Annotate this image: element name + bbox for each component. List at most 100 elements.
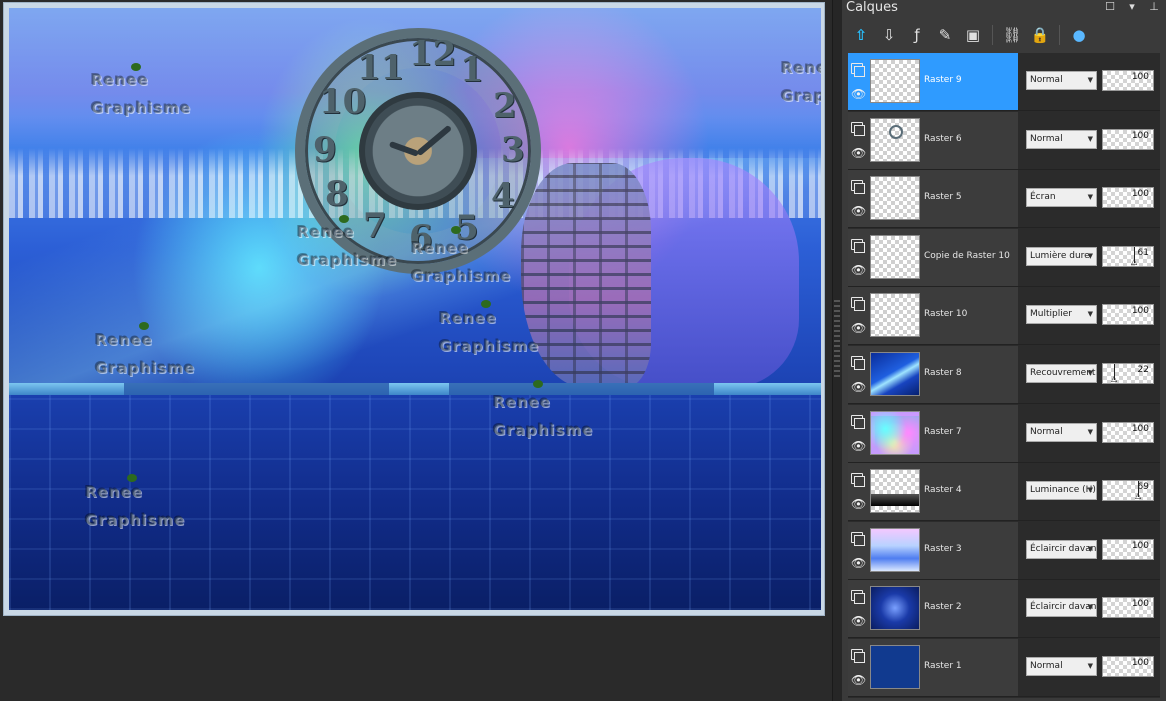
opacity-slider[interactable]: 100 xyxy=(1102,304,1154,326)
image-canvas[interactable]: 12 1 2 3 4 5 6 7 8 9 10 11 Renee Graphis… xyxy=(9,8,821,610)
slider-marker-icon[interactable]: △ xyxy=(1135,492,1143,500)
visibility-eye-icon[interactable]: 👁 xyxy=(851,498,866,510)
layer-thumbnail[interactable] xyxy=(870,234,920,279)
chevron-down-icon[interactable]: ▼ xyxy=(1088,541,1093,558)
opacity-slider[interactable]: 100 xyxy=(1102,656,1154,677)
layer-item[interactable]: 👁 Raster 7 xyxy=(848,404,1018,462)
pin-icon[interactable]: ⊥ xyxy=(1148,1,1160,13)
layer-group-icon[interactable] xyxy=(851,121,865,136)
blend-mode-select[interactable]: Normal ▼ xyxy=(1026,129,1097,149)
opacity-slider[interactable]: 69 △ xyxy=(1102,480,1154,502)
slider-marker-icon[interactable]: △ xyxy=(1131,257,1139,266)
layer-group-icon[interactable] xyxy=(851,297,865,312)
blend-mode-select[interactable]: Lumière dure ▼ xyxy=(1026,246,1097,266)
layer-group-icon[interactable] xyxy=(851,473,865,488)
opacity-slider[interactable]: 100 xyxy=(1102,538,1154,560)
chevron-down-icon[interactable]: ▼ xyxy=(1088,72,1093,89)
layer-group-icon[interactable] xyxy=(851,356,865,370)
layer-item[interactable]: 👁 Raster 10 xyxy=(848,287,1018,345)
chevron-down-icon[interactable]: ▼ xyxy=(1088,424,1093,441)
canvas-workspace[interactable]: 12 1 2 3 4 5 6 7 8 9 10 11 Renee Graphis… xyxy=(0,0,832,701)
merge-down-icon[interactable]: ⇩ xyxy=(878,24,900,46)
layer-group-icon[interactable] xyxy=(851,590,865,605)
layer-row[interactable]: 👁 Raster 8 Recouvrement ▼ 22 △ xyxy=(848,346,1160,404)
blend-mode-select[interactable]: Éclaircir davantage▼ xyxy=(1026,598,1097,618)
chevron-down-icon[interactable]: ▼ xyxy=(1088,658,1093,675)
opacity-slider[interactable]: 100 xyxy=(1102,128,1154,150)
layer-row[interactable]: 👁 Copie de Raster 10 Lumière dure ▼ 61 △ xyxy=(848,228,1160,287)
opacity-slider[interactable]: 61 △ xyxy=(1102,245,1154,267)
link-icon[interactable]: ⛓ xyxy=(1001,24,1023,46)
layer-item[interactable]: 👁 Copie de Raster 10 xyxy=(848,228,1018,286)
chevron-down-icon[interactable]: ▼ xyxy=(1088,306,1093,323)
layer-row[interactable]: 👁 Raster 4 Luminance (H) ▼ 69 △ xyxy=(848,463,1160,522)
visibility-eye-icon[interactable]: 👁 xyxy=(851,674,866,686)
layer-thumbnail[interactable] xyxy=(870,117,920,162)
opacity-slider[interactable]: 100 xyxy=(1102,597,1154,619)
visibility-eye-icon[interactable]: 👁 xyxy=(851,205,866,217)
chevron-down-icon[interactable]: ▼ xyxy=(1088,599,1093,616)
visibility-eye-icon[interactable]: 👁 xyxy=(851,615,866,627)
layer-item[interactable]: 👁 Raster 2 xyxy=(848,580,1018,638)
chevron-down-icon[interactable]: ▼ xyxy=(1088,482,1093,499)
layer-row[interactable]: 👁 Raster 7 Normal ▼ 100 xyxy=(848,404,1160,463)
layer-item[interactable]: 👁 Raster 5 xyxy=(848,170,1018,228)
layer-list[interactable]: 👁 Raster 9 Normal ▼ 100 👁 Raster 6 Normal ▼ 100 👁 R… xyxy=(848,53,1160,698)
mask-icon[interactable]: ▣ xyxy=(962,24,984,46)
layer-group-icon[interactable] xyxy=(851,649,865,663)
layer-thumbnail[interactable] xyxy=(870,352,920,396)
blend-mode-select[interactable]: Normal ▼ xyxy=(1026,71,1097,90)
blend-mode-select[interactable]: Multiplier ▼ xyxy=(1026,305,1097,325)
lock-icon[interactable]: 🔒 xyxy=(1029,24,1051,46)
blend-mode-select[interactable]: Recouvrement ▼ xyxy=(1026,364,1097,383)
layer-row[interactable]: 👁 Raster 10 Multiplier ▼ 100 xyxy=(848,287,1160,346)
layer-thumbnail[interactable] xyxy=(870,527,920,572)
visibility-eye-icon[interactable]: 👁 xyxy=(851,557,866,569)
chevron-down-icon[interactable]: ▼ xyxy=(1088,365,1093,382)
layer-item[interactable]: 👁 Raster 1 xyxy=(848,639,1018,696)
layer-group-icon[interactable] xyxy=(851,414,865,429)
edit-selection-icon[interactable]: ✎ xyxy=(934,24,956,46)
layer-style-icon[interactable]: ƒ xyxy=(906,24,928,46)
layer-thumbnail[interactable] xyxy=(870,469,920,514)
layer-thumbnail[interactable] xyxy=(870,59,920,103)
chevron-down-icon[interactable]: ▼ xyxy=(1088,189,1093,206)
layer-row[interactable]: 👁 Raster 6 Normal ▼ 100 xyxy=(848,111,1160,170)
layer-item[interactable]: 👁 Raster 3 xyxy=(848,521,1018,579)
layer-thumbnail[interactable] xyxy=(870,645,920,689)
chevron-down-icon[interactable]: ▾ xyxy=(1126,1,1138,13)
chevron-down-icon[interactable]: ▼ xyxy=(1088,131,1093,148)
visibility-eye-icon[interactable]: 👁 xyxy=(851,440,866,452)
layer-item[interactable]: 👁 Raster 8 xyxy=(848,346,1018,403)
highlight-icon[interactable]: ● xyxy=(1068,24,1090,46)
visibility-eye-icon[interactable]: 👁 xyxy=(851,322,866,334)
image-window[interactable]: 12 1 2 3 4 5 6 7 8 9 10 11 Renee Graphis… xyxy=(3,2,825,616)
visibility-eye-icon[interactable]: 👁 xyxy=(851,264,866,276)
layer-group-icon[interactable] xyxy=(851,238,865,253)
layer-row[interactable]: 👁 Raster 2 Éclaircir davantage▼ 100 xyxy=(848,580,1160,639)
blend-mode-select[interactable]: Normal ▼ xyxy=(1026,657,1097,676)
maximize-icon[interactable]: ☐ xyxy=(1104,1,1116,13)
opacity-slider[interactable]: 100 xyxy=(1102,421,1154,443)
layer-group-icon[interactable] xyxy=(851,63,865,77)
layer-thumbnail[interactable] xyxy=(870,176,920,221)
chevron-down-icon[interactable]: ▼ xyxy=(1088,248,1093,265)
layer-thumbnail[interactable] xyxy=(870,293,920,338)
layer-item[interactable]: 👁 Raster 6 xyxy=(848,111,1018,169)
layer-group-icon[interactable] xyxy=(851,531,865,546)
layer-group-icon[interactable] xyxy=(851,180,865,195)
blend-mode-select[interactable]: Luminance (H) ▼ xyxy=(1026,481,1097,501)
blend-mode-select[interactable]: Normal ▼ xyxy=(1026,422,1097,442)
opacity-slider[interactable]: 22 △ xyxy=(1102,363,1154,384)
layer-row[interactable]: 👁 Raster 1 Normal ▼ 100 xyxy=(848,639,1160,697)
layer-row[interactable]: 👁 Raster 9 Normal ▼ 100 xyxy=(848,53,1160,111)
blend-mode-select[interactable]: Éclaircir davantage▼ xyxy=(1026,539,1097,559)
opacity-slider[interactable]: 100 xyxy=(1102,187,1154,209)
new-raster-layer-icon[interactable]: ⇧ xyxy=(850,24,872,46)
layer-item[interactable]: 👁 Raster 9 xyxy=(848,53,1018,110)
blend-mode-select[interactable]: Écran ▼ xyxy=(1026,188,1097,208)
layer-thumbnail[interactable] xyxy=(870,586,920,631)
splitter-grip[interactable] xyxy=(834,300,840,380)
slider-marker-icon[interactable]: △ xyxy=(1111,375,1119,383)
layer-item[interactable]: 👁 Raster 4 xyxy=(848,463,1018,521)
